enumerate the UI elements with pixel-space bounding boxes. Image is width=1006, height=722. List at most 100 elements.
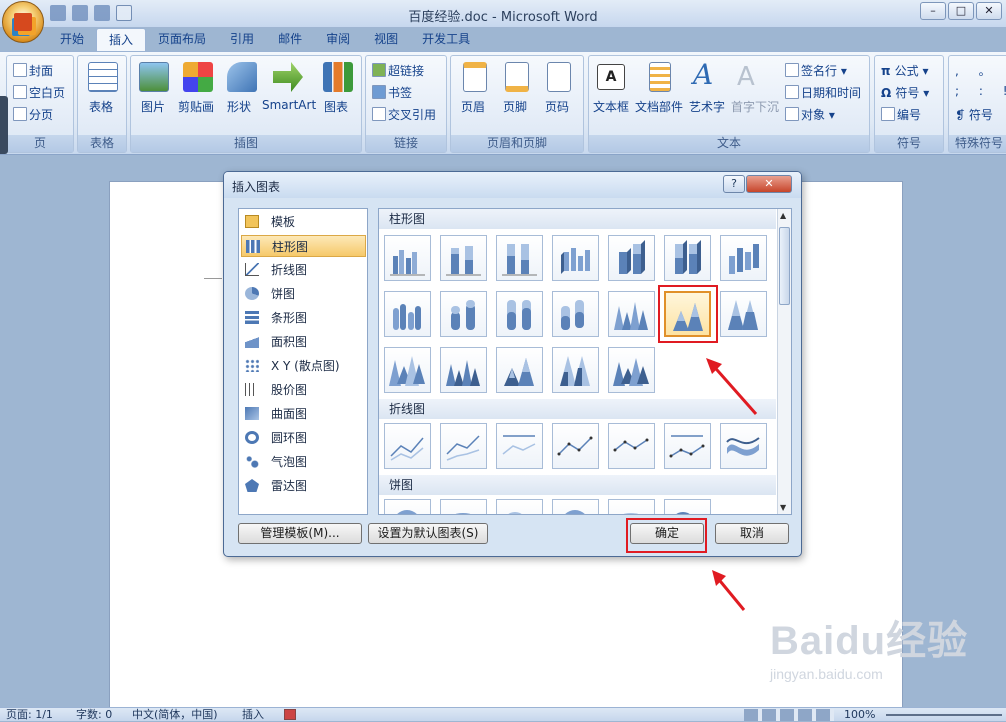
punctuation-row-2[interactable]: ; : !	[955, 84, 1006, 98]
quick-parts-button[interactable]: 文档部件	[635, 98, 683, 115]
status-zoom[interactable]: 100%	[844, 708, 875, 722]
chart-thumb-3d-pyramid[interactable]	[608, 347, 655, 393]
category-templates[interactable]: 模板	[241, 211, 366, 233]
tab-developer[interactable]: 开发工具	[410, 28, 482, 52]
chart-thumb-3d-clustered-column[interactable]	[552, 235, 599, 281]
scroll-down-icon[interactable]: ▼	[780, 503, 786, 512]
smartart-button[interactable]: SmartArt	[262, 98, 316, 112]
chart-thumb-3d-cylinder[interactable]	[552, 291, 599, 337]
minimize-button[interactable]: –	[920, 2, 946, 20]
manage-templates-button[interactable]: 管理模板(M)...	[238, 523, 362, 544]
chart-thumb-3d-pie[interactable]	[440, 499, 487, 514]
shapes-button[interactable]: 形状	[227, 98, 251, 115]
chart-thumb-clustered-column[interactable]	[384, 235, 431, 281]
cover-page-button[interactable]: 封面	[13, 62, 53, 79]
category-area[interactable]: 面积图	[241, 331, 366, 353]
chart-thumb-bar-of-pie[interactable]	[664, 499, 711, 514]
category-line[interactable]: 折线图	[241, 259, 366, 281]
header-button[interactable]: 页眉	[461, 98, 485, 115]
chart-thumb-pie-of-pie[interactable]	[496, 499, 543, 514]
chart-thumb-exploded-pie[interactable]	[552, 499, 599, 514]
tab-insert[interactable]: 插入	[96, 28, 147, 52]
chart-thumb-stacked-column[interactable]	[440, 235, 487, 281]
chart-thumb-clustered-cone[interactable]	[608, 291, 655, 337]
chart-thumb-100-stacked-line-markers[interactable]	[664, 423, 711, 469]
chart-thumb-3d-cone[interactable]	[384, 347, 431, 393]
set-default-chart-button[interactable]: 设置为默认图表(S)	[368, 523, 488, 544]
chart-thumb-line[interactable]	[384, 423, 431, 469]
view-buttons[interactable]	[744, 709, 834, 721]
cross-reference-button[interactable]: 交叉引用	[372, 106, 436, 123]
blank-page-button[interactable]: 空白页	[13, 84, 65, 101]
page-break-button[interactable]: 分页	[13, 106, 53, 123]
category-column[interactable]: 柱形图	[241, 235, 366, 257]
status-insert-mode[interactable]: 插入	[242, 708, 264, 722]
tab-page-layout[interactable]: 页面布局	[146, 28, 218, 52]
chart-thumb-100-stacked-column[interactable]	[496, 235, 543, 281]
cancel-button[interactable]: 取消	[715, 523, 789, 544]
category-bubble[interactable]: 气泡图	[241, 451, 366, 473]
category-radar[interactable]: 雷达图	[241, 475, 366, 497]
chart-thumb-3d-line[interactable]	[720, 423, 767, 469]
scroll-thumb[interactable]	[779, 227, 790, 305]
category-doughnut[interactable]: 圆环图	[241, 427, 366, 449]
hyperlink-button[interactable]: 超链接	[372, 62, 424, 79]
side-handle[interactable]	[0, 96, 8, 154]
zoom-slider[interactable]	[886, 714, 1002, 716]
office-button[interactable]	[2, 1, 44, 43]
category-bar[interactable]: 条形图	[241, 307, 366, 329]
status-language[interactable]: 中文(简体，中国)	[132, 708, 218, 722]
equation-button[interactable]: π 公式 ▾	[881, 62, 929, 79]
chart-thumb-100-stacked-pyramid[interactable]	[552, 347, 599, 393]
chart-thumb-clustered-cylinder[interactable]	[384, 291, 431, 337]
symbol-button[interactable]: Ω 符号 ▾	[881, 84, 929, 101]
clip-art-button[interactable]: 剪贴画	[178, 98, 214, 115]
punctuation-row-1[interactable]: , 。 、	[955, 62, 1006, 79]
signature-line-button[interactable]: 签名行 ▾	[785, 62, 847, 79]
scroll-up-icon[interactable]: ▲	[780, 211, 786, 220]
special-symbol-button[interactable]: ❡ 符号	[955, 106, 993, 123]
close-button[interactable]: ✕	[976, 2, 1002, 20]
bookmark-button[interactable]: 书签	[372, 84, 412, 101]
gallery-scrollbar[interactable]: ▲ ▼	[777, 209, 791, 514]
chart-thumb-exploded-3d-pie[interactable]	[608, 499, 655, 514]
table-button[interactable]: 表格	[89, 98, 113, 115]
tab-references[interactable]: 引用	[218, 28, 266, 52]
chart-thumb-line-markers[interactable]	[552, 423, 599, 469]
tab-view[interactable]: 视图	[362, 28, 410, 52]
help-button[interactable]: ?	[723, 175, 745, 193]
date-time-button[interactable]: 日期和时间	[785, 84, 861, 101]
chart-thumb-stacked-line[interactable]	[440, 423, 487, 469]
chart-thumb-3d-column[interactable]	[720, 235, 767, 281]
chart-thumb-stacked-line-markers[interactable]	[608, 423, 655, 469]
text-box-button[interactable]: 文本框	[593, 98, 629, 115]
drop-cap-button[interactable]: 首字下沉	[731, 98, 779, 115]
chart-thumb-stacked-pyramid[interactable]	[496, 347, 543, 393]
tab-home[interactable]: 开始	[48, 28, 96, 52]
tab-review[interactable]: 审阅	[314, 28, 362, 52]
chart-thumb-pie[interactable]	[384, 499, 431, 514]
category-scatter[interactable]: X Y (散点图)	[241, 355, 366, 377]
chart-thumb-stacked-cylinder[interactable]	[440, 291, 487, 337]
category-surface[interactable]: 曲面图	[241, 403, 366, 425]
picture-button[interactable]: 图片	[141, 98, 165, 115]
chart-thumb-100-stacked-cylinder[interactable]	[496, 291, 543, 337]
chart-thumb-100-stacked-line[interactable]	[496, 423, 543, 469]
dialog-close-button[interactable]: ✕	[746, 175, 792, 193]
chart-thumb-3d-100-stacked-column[interactable]	[664, 235, 711, 281]
page-number-button[interactable]: 页码	[545, 98, 569, 115]
tab-mailings[interactable]: 邮件	[266, 28, 314, 52]
chart-thumb-3d-stacked-column[interactable]	[608, 235, 655, 281]
macro-record-icon[interactable]	[284, 709, 296, 720]
chart-thumb-100-stacked-cone[interactable]	[720, 291, 767, 337]
wordart-button[interactable]: 艺术字	[689, 98, 725, 115]
chart-button[interactable]: 图表	[324, 98, 348, 115]
category-pie[interactable]: 饼图	[241, 283, 366, 305]
numbering-button[interactable]: 编号	[881, 106, 921, 123]
status-page[interactable]: 页面: 1/1	[6, 708, 53, 722]
maximize-button[interactable]: □	[948, 2, 974, 20]
object-button[interactable]: 对象 ▾	[785, 106, 835, 123]
category-stock[interactable]: 股价图	[241, 379, 366, 401]
chart-thumb-clustered-pyramid[interactable]	[440, 347, 487, 393]
status-words[interactable]: 字数: 0	[76, 708, 112, 722]
